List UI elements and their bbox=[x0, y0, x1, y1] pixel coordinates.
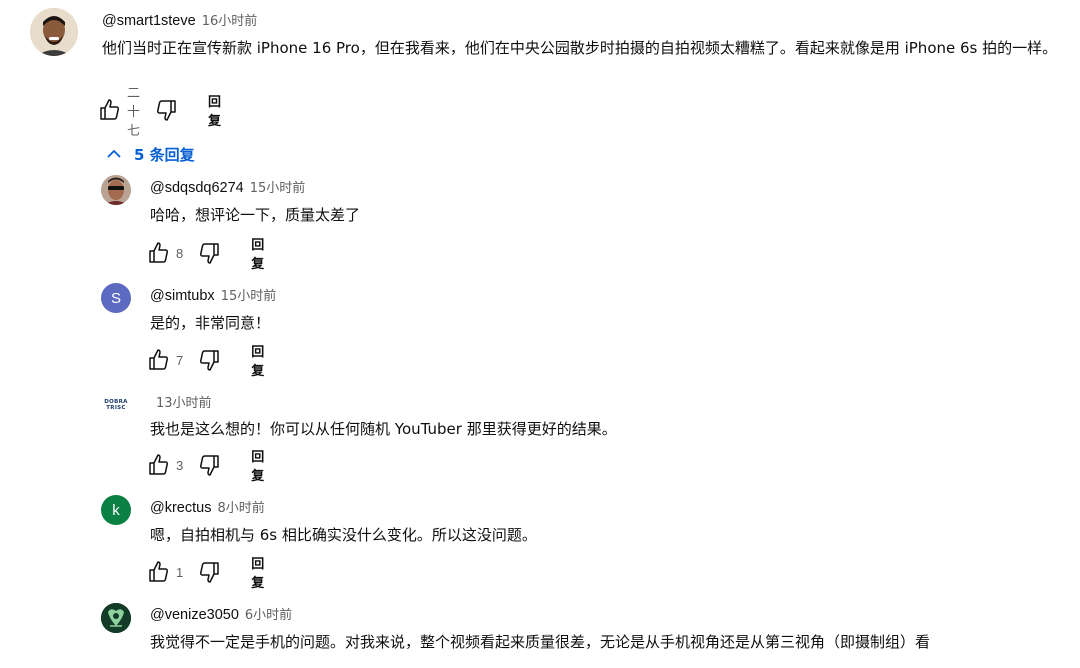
comment-header: @venize3050 6小时前 bbox=[150, 604, 292, 623]
like-button[interactable] bbox=[98, 98, 122, 122]
comment-header: 13小时前 bbox=[150, 392, 212, 411]
replies-count-label: 5 条回复 bbox=[134, 145, 195, 164]
green-emblem-icon bbox=[101, 603, 131, 633]
person-sunglasses-avatar-icon bbox=[101, 175, 131, 205]
thumbs-up-icon bbox=[149, 242, 168, 263]
like-button[interactable] bbox=[147, 560, 171, 584]
thumbs-down-icon bbox=[200, 562, 219, 583]
avatar-letter: S bbox=[110, 289, 121, 307]
like-button[interactable] bbox=[147, 348, 171, 372]
author-handle[interactable]: @krectus bbox=[150, 500, 211, 516]
avatar[interactable]: S bbox=[101, 283, 131, 313]
comment-text: 他们当时正在宣传新款 iPhone 16 Pro，但在我看来，他们在中央公园散步… bbox=[102, 39, 1058, 57]
dislike-button[interactable] bbox=[197, 241, 221, 265]
avatar-logo-line2: TRISC bbox=[106, 405, 126, 411]
comment-header: @simtubx 15小时前 bbox=[150, 285, 276, 304]
comment-actions: 3 回复 bbox=[147, 450, 264, 484]
comment-actions: 二十七 回复 bbox=[98, 85, 221, 138]
reply-button[interactable]: 回复 bbox=[251, 341, 264, 379]
thumbs-down-icon bbox=[157, 100, 176, 121]
like-count: 8 bbox=[176, 245, 184, 261]
like-count: 1 bbox=[176, 564, 184, 580]
author-handle[interactable]: @simtubx bbox=[150, 288, 215, 304]
author-handle[interactable]: @smart1steve bbox=[102, 13, 196, 29]
thumbs-down-icon bbox=[200, 455, 219, 476]
avatar[interactable] bbox=[101, 175, 131, 205]
avatar-letter: k bbox=[112, 501, 120, 519]
comment-actions: 1 回复 bbox=[147, 557, 264, 591]
thumbs-down-icon bbox=[200, 350, 219, 371]
dislike-button[interactable] bbox=[197, 348, 221, 372]
thumbs-up-icon bbox=[149, 349, 168, 370]
comment-text: 我也是这么想的！你可以从任何随机 YouTuber 那里获得更好的结果。 bbox=[150, 420, 617, 438]
reply-button[interactable]: 回复 bbox=[251, 446, 264, 484]
like-count: 3 bbox=[176, 457, 184, 473]
comment-text: 哈哈，想评论一下，质量太差了 bbox=[150, 206, 361, 224]
person-avatar-icon bbox=[30, 8, 78, 56]
replies-toggle-button[interactable]: 5 条回复 bbox=[104, 142, 195, 166]
comment-actions: 7 回复 bbox=[147, 345, 264, 379]
timestamp[interactable]: 16小时前 bbox=[202, 14, 258, 29]
like-button[interactable] bbox=[147, 241, 171, 265]
timestamp[interactable]: 15小时前 bbox=[250, 181, 306, 196]
avatar[interactable]: k bbox=[101, 495, 131, 525]
comment-header: @sdqsdq6274 15小时前 bbox=[150, 177, 305, 196]
comment-header: @krectus 8小时前 bbox=[150, 497, 265, 516]
timestamp[interactable]: 6小时前 bbox=[245, 608, 292, 623]
like-count: 二十七 bbox=[127, 84, 141, 138]
timestamp[interactable]: 8小时前 bbox=[217, 501, 264, 516]
like-button[interactable] bbox=[147, 453, 171, 477]
author-handle[interactable]: @venize3050 bbox=[150, 607, 239, 623]
chevron-up-icon bbox=[107, 149, 121, 158]
reply-button[interactable]: 回复 bbox=[208, 91, 221, 129]
reply-button[interactable]: 回复 bbox=[251, 553, 264, 591]
author-handle[interactable]: @sdqsdq6274 bbox=[150, 180, 244, 196]
thumbs-up-icon bbox=[149, 454, 168, 475]
dislike-button[interactable] bbox=[154, 98, 178, 122]
reply-button[interactable]: 回复 bbox=[251, 234, 264, 272]
avatar[interactable] bbox=[101, 603, 131, 633]
comment-text: 嗯，自拍相机与 6s 相比确实没什么变化。所以这没问题。 bbox=[150, 526, 537, 544]
thumbs-up-icon bbox=[149, 561, 168, 582]
comment-text: 我觉得不一定是手机的问题。对我来说，整个视频看起来质量很差，无论是从手机视角还是… bbox=[150, 633, 931, 651]
comment-header: @smart1steve 16小时前 bbox=[102, 10, 257, 29]
comment-text: 是的，非常同意！ bbox=[150, 314, 271, 332]
like-count: 7 bbox=[176, 352, 184, 368]
avatar[interactable]: DOBRA TRISC bbox=[101, 390, 131, 420]
timestamp[interactable]: 15小时前 bbox=[221, 289, 277, 304]
dislike-button[interactable] bbox=[197, 453, 221, 477]
thumbs-down-icon bbox=[200, 243, 219, 264]
comment-actions: 8 回复 bbox=[147, 238, 264, 272]
avatar[interactable] bbox=[30, 8, 78, 56]
timestamp[interactable]: 13小时前 bbox=[156, 396, 212, 411]
thumbs-up-icon bbox=[100, 99, 119, 120]
dislike-button[interactable] bbox=[197, 560, 221, 584]
